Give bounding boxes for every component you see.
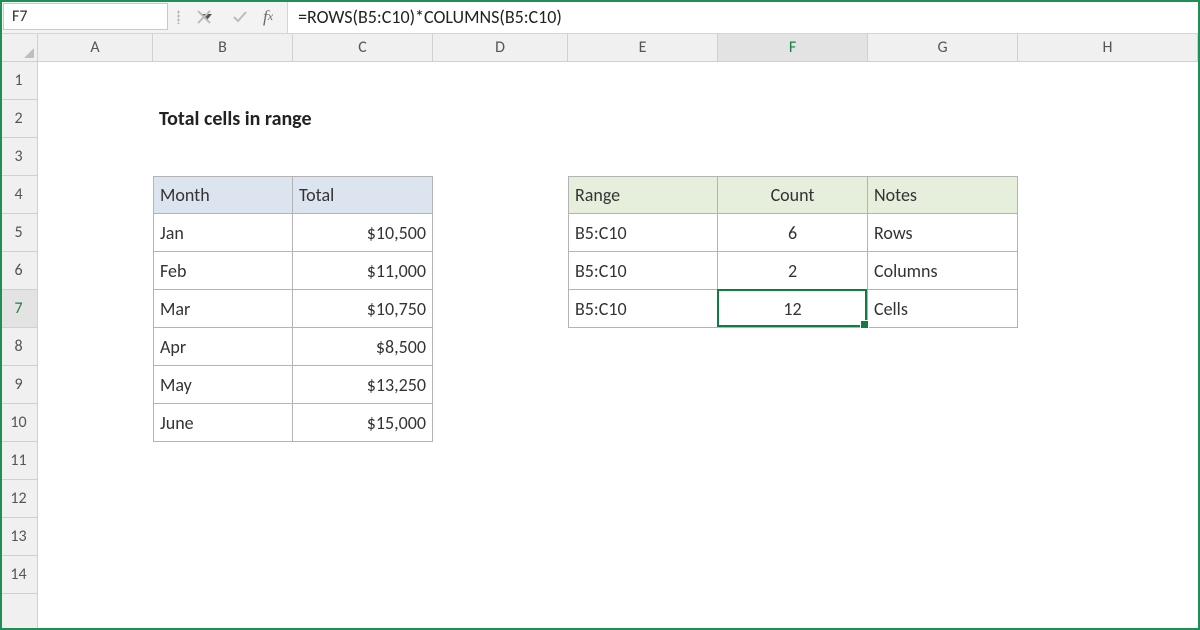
table-cell[interactable]: May xyxy=(153,366,293,404)
left-table-header-month: Month xyxy=(153,176,293,214)
table-cell[interactable]: Feb xyxy=(153,252,293,290)
row-header-6[interactable]: 6 xyxy=(0,252,37,290)
table-cell[interactable]: Rows xyxy=(868,214,1018,252)
cancel-icon[interactable] xyxy=(193,6,215,28)
table-cell[interactable]: Cells xyxy=(868,290,1018,328)
row-header-12[interactable]: 12 xyxy=(0,480,37,518)
select-all-corner[interactable] xyxy=(0,34,38,61)
column-header-A[interactable]: A xyxy=(38,34,153,61)
table-cell[interactable]: Columns xyxy=(868,252,1018,290)
row-header-7[interactable]: 7 xyxy=(0,290,37,328)
table-cell[interactable]: $15,000 xyxy=(293,404,433,442)
row-header-14[interactable]: 14 xyxy=(0,556,37,594)
table-cell[interactable]: Mar xyxy=(153,290,293,328)
row-header-1[interactable]: 1 xyxy=(0,62,37,100)
table-cell[interactable]: $13,250 xyxy=(293,366,433,404)
table-cell[interactable]: B5:C10 xyxy=(568,290,718,328)
right-table-header-notes: Notes xyxy=(868,176,1018,214)
column-header-E[interactable]: E xyxy=(568,34,718,61)
column-header-H[interactable]: H xyxy=(1018,34,1198,61)
row-header-5[interactable]: 5 xyxy=(0,214,37,252)
formula-bar-buttons xyxy=(183,0,257,33)
fx-icon[interactable]: fx xyxy=(257,0,287,33)
row-header-9[interactable]: 9 xyxy=(0,366,37,404)
column-headers: ABCDEFGH xyxy=(0,34,1200,62)
left-table-header-total: Total xyxy=(293,176,433,214)
formula-bar-grip-icon xyxy=(174,0,183,33)
worksheet: ABCDEFGH 1234567891011121314 Total cells… xyxy=(0,34,1200,630)
name-box-input[interactable] xyxy=(4,5,202,28)
right-table-header-count: Count xyxy=(718,176,868,214)
row-headers: 1234567891011121314 xyxy=(0,62,38,630)
table-cell[interactable]: 6 xyxy=(718,214,868,252)
row-header-10[interactable]: 10 xyxy=(0,404,37,442)
column-header-G[interactable]: G xyxy=(868,34,1018,61)
row-header-13[interactable]: 13 xyxy=(0,518,37,556)
formula-input[interactable] xyxy=(287,0,1200,33)
table-cell[interactable]: $10,500 xyxy=(293,214,433,252)
column-header-B[interactable]: B xyxy=(153,34,293,61)
column-header-C[interactable]: C xyxy=(293,34,433,61)
column-header-D[interactable]: D xyxy=(433,34,568,61)
row-header-11[interactable]: 11 xyxy=(0,442,37,480)
table-cell[interactable]: $11,000 xyxy=(293,252,433,290)
table-cell[interactable]: $10,750 xyxy=(293,290,433,328)
cell-grid[interactable]: Total cells in range Month Total Jan $10… xyxy=(38,62,1200,630)
row-header-2[interactable]: 2 xyxy=(0,100,37,138)
table-cell[interactable]: Apr xyxy=(153,328,293,366)
table-cell[interactable]: Jan xyxy=(153,214,293,252)
table-cell[interactable]: B5:C10 xyxy=(568,214,718,252)
table-cell[interactable]: 12 xyxy=(718,290,868,328)
row-header-4[interactable]: 4 xyxy=(0,176,37,214)
row-header-3[interactable]: 3 xyxy=(0,138,37,176)
page-title: Total cells in range xyxy=(153,100,553,138)
formula-bar: fx xyxy=(0,0,1200,34)
table-cell[interactable]: June xyxy=(153,404,293,442)
name-box[interactable] xyxy=(3,3,168,30)
table-cell[interactable]: B5:C10 xyxy=(568,252,718,290)
enter-check-icon[interactable] xyxy=(229,6,251,28)
right-table-header-range: Range xyxy=(568,176,718,214)
table-cell[interactable]: $8,500 xyxy=(293,328,433,366)
table-cell[interactable]: 2 xyxy=(718,252,868,290)
row-header-8[interactable]: 8 xyxy=(0,328,37,366)
column-header-F[interactable]: F xyxy=(718,34,868,61)
